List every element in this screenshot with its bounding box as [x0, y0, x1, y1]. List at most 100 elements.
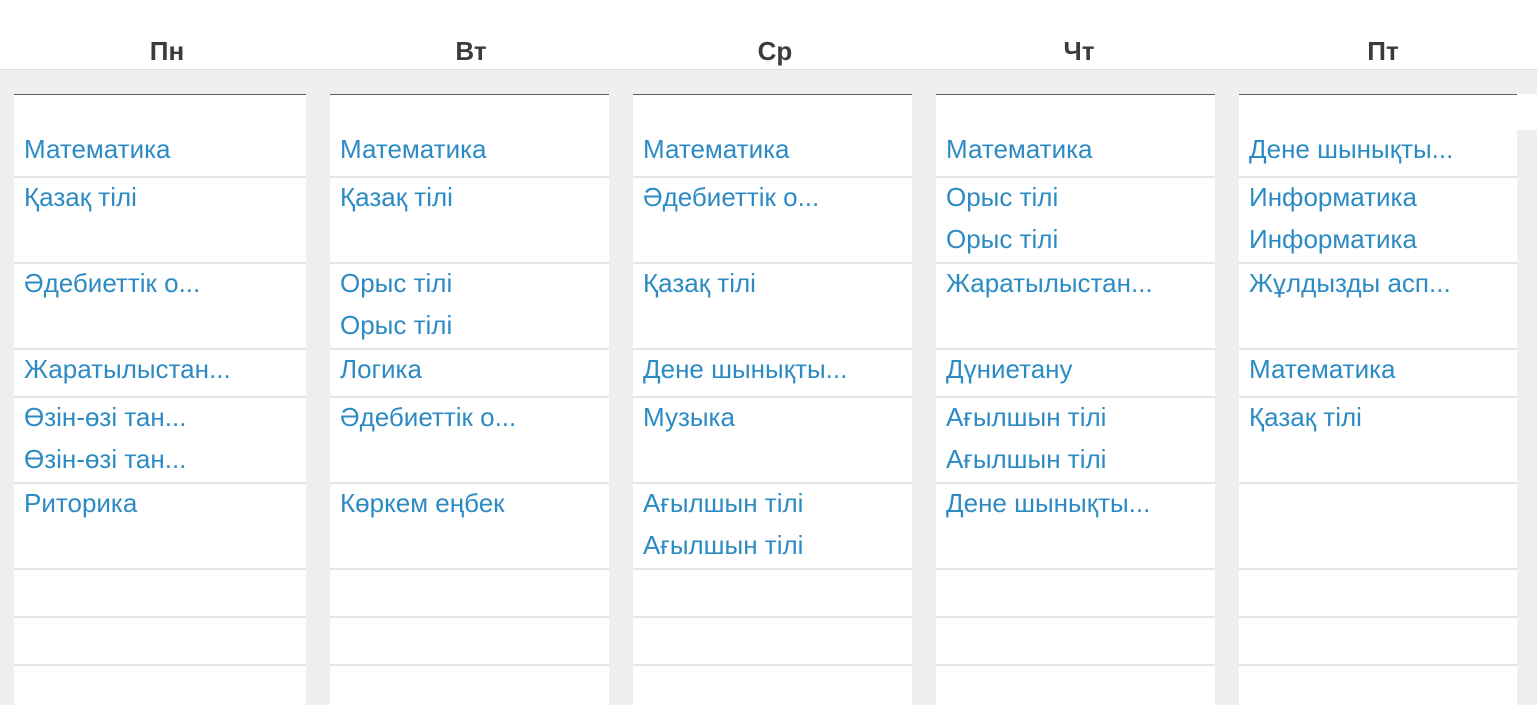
lesson-link[interactable]: Ағылшын тілі	[643, 530, 803, 560]
day-column-friday: Дене шынықты... Информатика Информатика Жұл…	[1239, 70, 1517, 705]
lesson-slot: Жұлдызды асп...	[1239, 264, 1517, 350]
lesson-slot: Музыка	[633, 398, 912, 484]
weekday-header-row: Пн Вт Ср Чт Пт	[0, 0, 1537, 70]
day-column-wednesday: Математика Әдебиеттік о... Қазақ тілі Дене …	[633, 70, 912, 705]
lesson-link[interactable]: Дүниетану	[946, 354, 1073, 384]
column-top-band	[633, 94, 912, 130]
lesson-link[interactable]: Қазақ тілі	[24, 182, 137, 212]
day-header-friday: Пт	[1367, 36, 1399, 66]
lesson-slot	[330, 666, 609, 726]
lesson-slot: Ағылшын тілі Ағылшын тілі	[633, 484, 912, 570]
lesson-slot: Информатика Информатика	[1239, 178, 1517, 264]
lesson-slot: Математика	[1239, 350, 1517, 398]
lesson-slot: Орыс тілі Орыс тілі	[330, 264, 609, 350]
lesson-slot: Қазақ тілі	[330, 178, 609, 264]
lesson-link[interactable]: Әдебиеттік о...	[643, 182, 819, 212]
lesson-link[interactable]: Әдебиеттік о...	[340, 402, 516, 432]
lesson-slot	[936, 666, 1215, 726]
lesson-slot: Дене шынықты...	[936, 484, 1215, 570]
lesson-link[interactable]: Жаратылыстан...	[946, 268, 1153, 298]
right-edge-band	[1517, 94, 1537, 130]
lesson-slot	[633, 666, 912, 726]
lesson-slot: Өзін-өзі тан... Өзін-өзі тан...	[14, 398, 306, 484]
day-column-thursday: Математика Орыс тілі Орыс тілі Жаратылыстан…	[936, 70, 1215, 705]
lesson-link[interactable]: Математика	[643, 134, 790, 164]
lesson-link[interactable]: Жұлдызды асп...	[1249, 268, 1451, 298]
lesson-link[interactable]: Көркем еңбек	[340, 488, 505, 518]
lesson-link[interactable]: Информатика	[1249, 224, 1417, 254]
lesson-slots: Дене шынықты... Информатика Информатика Жұл…	[1239, 130, 1517, 705]
lesson-slot: Дене шынықты...	[1239, 130, 1517, 178]
lesson-slot: Жаратылыстан...	[936, 264, 1215, 350]
lesson-slot	[936, 618, 1215, 666]
lesson-slot: Математика	[936, 130, 1215, 178]
lesson-link[interactable]: Логика	[340, 354, 422, 384]
day-header-thursday: Чт	[1063, 36, 1095, 66]
lesson-link[interactable]: Ағылшын тілі	[946, 444, 1106, 474]
lesson-link[interactable]: Дене шынықты...	[946, 488, 1150, 518]
lesson-slot	[633, 618, 912, 666]
column-top-band	[936, 94, 1215, 130]
lesson-slot	[936, 570, 1215, 618]
lesson-slot: Орыс тілі Орыс тілі	[936, 178, 1215, 264]
lesson-link[interactable]: Қазақ тілі	[643, 268, 756, 298]
lesson-slot: Дене шынықты...	[633, 350, 912, 398]
lesson-slot: Жаратылыстан...	[14, 350, 306, 398]
lesson-slot	[14, 666, 306, 726]
lesson-link[interactable]: Ағылшын тілі	[946, 402, 1106, 432]
lesson-link[interactable]: Әдебиеттік о...	[24, 268, 200, 298]
lesson-slots: Математика Қазақ тілі Орыс тілі Орыс тілі Ло…	[330, 130, 609, 705]
lesson-link[interactable]: Қазақ тілі	[340, 182, 453, 212]
lesson-link[interactable]: Математика	[24, 134, 171, 164]
lesson-slot	[1239, 666, 1517, 726]
lesson-link[interactable]: Информатика	[1249, 182, 1417, 212]
lesson-link[interactable]: Орыс тілі	[946, 182, 1058, 212]
lesson-link[interactable]: Өзін-өзі тан...	[24, 444, 186, 474]
column-top-band	[1239, 94, 1517, 130]
lesson-link[interactable]: Математика	[340, 134, 487, 164]
lesson-slot	[1239, 484, 1517, 570]
lesson-slot: Математика	[14, 130, 306, 178]
lesson-slot	[14, 570, 306, 618]
lesson-slots: Математика Әдебиеттік о... Қазақ тілі Дене …	[633, 130, 912, 705]
lesson-link[interactable]: Орыс тілі	[340, 268, 452, 298]
lesson-link[interactable]: Риторика	[24, 488, 137, 518]
schedule-board: Математика Қазақ тілі Әдебиеттік о... Жарат…	[0, 70, 1537, 705]
lesson-slot: Қазақ тілі	[633, 264, 912, 350]
column-top-band	[14, 94, 306, 130]
lesson-link[interactable]: Жаратылыстан...	[24, 354, 231, 384]
lesson-slot	[633, 570, 912, 618]
lesson-slot: Логика	[330, 350, 609, 398]
lesson-slot: Қазақ тілі	[1239, 398, 1517, 484]
lesson-slot: Әдебиеттік о...	[633, 178, 912, 264]
lesson-slots: Математика Орыс тілі Орыс тілі Жаратылыстан…	[936, 130, 1215, 705]
column-top-band	[330, 94, 609, 130]
lesson-slots: Математика Қазақ тілі Әдебиеттік о... Жарат…	[14, 130, 306, 705]
lesson-link[interactable]: Орыс тілі	[946, 224, 1058, 254]
day-header-monday: Пн	[149, 36, 185, 66]
lesson-slot: Ағылшын тілі Ағылшын тілі	[936, 398, 1215, 484]
lesson-slot: Риторика	[14, 484, 306, 570]
lesson-link[interactable]: Қазақ тілі	[1249, 402, 1362, 432]
lesson-slot: Дүниетану	[936, 350, 1215, 398]
lesson-slot: Көркем еңбек	[330, 484, 609, 570]
lesson-link[interactable]: Ағылшын тілі	[643, 488, 803, 518]
lesson-link[interactable]: Дене шынықты...	[1249, 134, 1453, 164]
lesson-link[interactable]: Өзін-өзі тан...	[24, 402, 186, 432]
lesson-slot	[1239, 618, 1517, 666]
day-column-monday: Математика Қазақ тілі Әдебиеттік о... Жарат…	[14, 70, 306, 705]
lesson-link[interactable]: Дене шынықты...	[643, 354, 847, 384]
lesson-link[interactable]: Математика	[1249, 354, 1396, 384]
lesson-slot: Математика	[633, 130, 912, 178]
lesson-link[interactable]: Орыс тілі	[340, 310, 452, 340]
lesson-slot	[330, 570, 609, 618]
lesson-slot	[330, 618, 609, 666]
lesson-link[interactable]: Математика	[946, 134, 1093, 164]
lesson-slot	[14, 618, 306, 666]
day-header-wednesday: Ср	[757, 36, 793, 66]
lesson-slot: Әдебиеттік о...	[14, 264, 306, 350]
day-column-tuesday: Математика Қазақ тілі Орыс тілі Орыс тілі Ло…	[330, 70, 609, 705]
lesson-slot: Қазақ тілі	[14, 178, 306, 264]
lesson-slot: Математика	[330, 130, 609, 178]
lesson-link[interactable]: Музыка	[643, 402, 735, 432]
